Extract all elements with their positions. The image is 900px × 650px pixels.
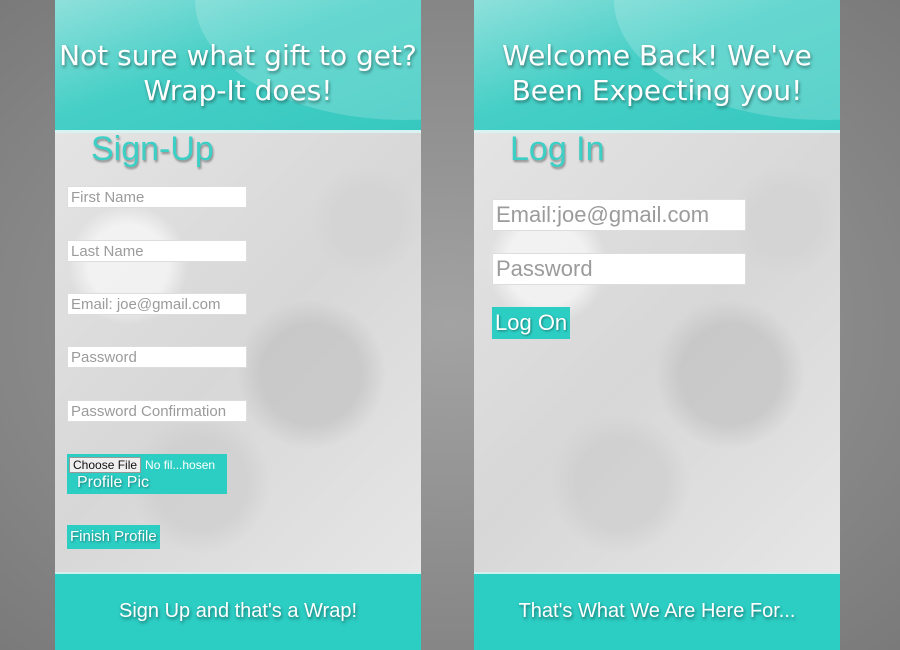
password-input[interactable] xyxy=(67,346,247,368)
last-name-input[interactable] xyxy=(67,240,247,262)
profile-pic-label: Profile Pic xyxy=(77,474,150,491)
first-name-input[interactable] xyxy=(67,186,247,208)
signup-title: Sign-Up xyxy=(91,130,214,168)
login-footer: That's What We Are Here For... xyxy=(474,572,840,650)
choose-file-button[interactable]: Choose File xyxy=(69,456,142,473)
email-input[interactable] xyxy=(67,293,247,315)
login-password-input[interactable] xyxy=(492,253,746,285)
login-footer-text: That's What We Are Here For... xyxy=(518,600,796,622)
profile-pic-upload: Choose File No fil...hosen Profile Pic xyxy=(67,454,227,494)
signup-footer: Sign Up and that's a Wrap! xyxy=(55,572,421,650)
login-header-line1: Welcome Back! We've xyxy=(502,39,812,72)
login-header-line2: Been Expecting you! xyxy=(511,74,803,107)
signup-header-line1: Not sure what gift to get? xyxy=(59,39,417,72)
signup-header-line2: Wrap-It does! xyxy=(143,74,333,107)
log-on-button[interactable]: Log On xyxy=(492,307,571,339)
login-title: Log In xyxy=(510,130,605,168)
signup-panel: Not sure what gift to get? Wrap-It does!… xyxy=(55,0,421,650)
password-confirmation-input[interactable] xyxy=(67,400,247,422)
signup-footer-text: Sign Up and that's a Wrap! xyxy=(118,600,358,622)
signup-header-title: Not sure what gift to get? Wrap-It does! xyxy=(55,38,421,108)
login-panel: Welcome Back! We've Been Expecting you! … xyxy=(474,0,840,650)
login-header: Welcome Back! We've Been Expecting you! xyxy=(474,0,840,130)
file-picker-row: Choose File No fil...hosen xyxy=(69,456,216,473)
no-file-chosen-text: No fil...hosen xyxy=(145,457,216,472)
login-email-input[interactable] xyxy=(492,199,746,231)
finish-profile-button[interactable]: Finish Profile xyxy=(67,525,160,549)
login-header-title: Welcome Back! We've Been Expecting you! xyxy=(474,38,840,108)
signup-header: Not sure what gift to get? Wrap-It does! xyxy=(55,0,421,130)
